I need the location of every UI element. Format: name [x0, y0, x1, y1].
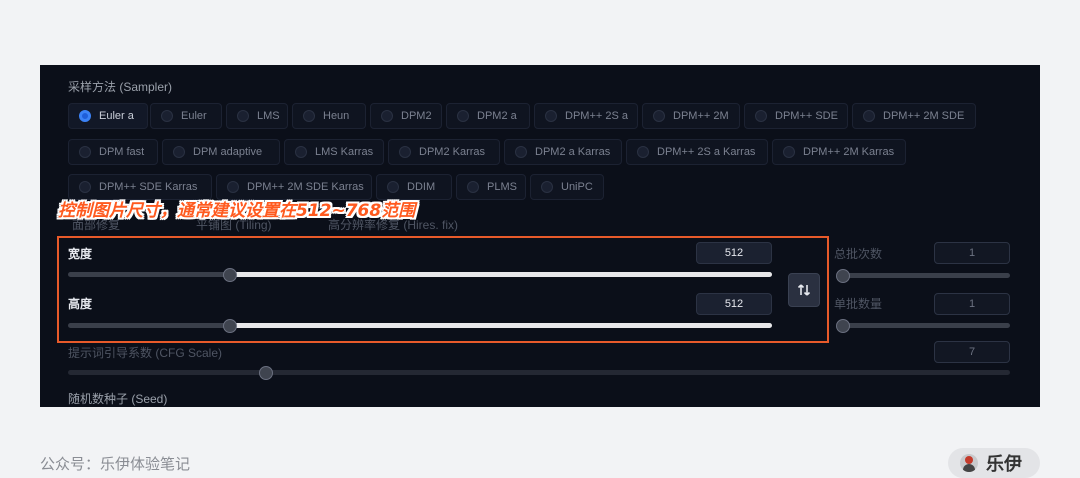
sampler-option-dpmpp-2m[interactable]: DPM++ 2M — [642, 103, 740, 129]
sampler-option-lms[interactable]: LMS — [226, 103, 288, 129]
sampler-option-dpmpp-2s-a-karras[interactable]: DPM++ 2S a Karras — [626, 139, 768, 165]
batch-count-slider-track[interactable] — [840, 273, 1010, 278]
cfg-scale-slider-track[interactable] — [68, 370, 1010, 375]
sampler-option-euler[interactable]: Euler — [150, 103, 222, 129]
sampler-option-dpmpp-2s-a[interactable]: DPM++ 2S a — [534, 103, 638, 129]
seed-label: 随机数种子 (Seed) — [68, 392, 168, 406]
batch-size-input[interactable]: 1 — [934, 293, 1010, 315]
author-badge: 乐伊 — [948, 448, 1040, 478]
batch-count-slider-handle[interactable] — [836, 269, 850, 283]
radio-icon — [79, 110, 91, 122]
sampler-option-dpmpp-2m-sde[interactable]: DPM++ 2M SDE — [852, 103, 976, 129]
batch-size-slider-handle[interactable] — [836, 319, 850, 333]
sampler-option-unipc[interactable]: UniPC — [530, 174, 604, 200]
sampler-option-lms-karras[interactable]: LMS Karras — [284, 139, 384, 165]
sampler-option-dpm2[interactable]: DPM2 — [370, 103, 442, 129]
sampler-option-dpm2-a[interactable]: DPM2 a — [446, 103, 530, 129]
sampler-option-dpm2-a-karras[interactable]: DPM2 a Karras — [504, 139, 622, 165]
batch-count-label: 总批次数 — [834, 247, 883, 261]
sampler-label: 采样方法 (Sampler) — [68, 80, 173, 94]
sampler-option-dpmpp-2m-karras[interactable]: DPM++ 2M Karras — [772, 139, 906, 165]
sampler-option-dpm2-karras[interactable]: DPM2 Karras — [388, 139, 500, 165]
cfg-scale-slider-handle[interactable] — [258, 366, 273, 380]
cfg-scale-input[interactable]: 7 — [934, 341, 1010, 363]
sampler-option-plms[interactable]: PLMS — [456, 174, 526, 200]
account-watermark: 公众号：乐伊体验笔记 — [40, 456, 191, 473]
sampler-option-heun[interactable]: Heun — [292, 103, 366, 129]
author-name: 乐伊 — [986, 454, 1022, 474]
sampler-option-dpm-fast[interactable]: DPM fast — [68, 139, 158, 165]
sampler-option-dpm-adaptive[interactable]: DPM adaptive — [162, 139, 280, 165]
sampler-option-dpmpp-sde[interactable]: DPM++ SDE — [744, 103, 848, 129]
avatar — [960, 454, 978, 472]
size-highlight-box — [57, 236, 829, 343]
batch-size-label: 单批数量 — [834, 297, 883, 311]
cfg-scale-label: 提示词引导系数 (CFG Scale) — [68, 346, 223, 360]
sampler-option-euler-a[interactable]: Euler a — [68, 103, 148, 129]
batch-size-slider-track[interactable] — [840, 323, 1010, 328]
size-annotation: 控制图片尺寸，通常建议设置在512~768范围 — [58, 201, 416, 221]
batch-count-input[interactable]: 1 — [934, 242, 1010, 264]
